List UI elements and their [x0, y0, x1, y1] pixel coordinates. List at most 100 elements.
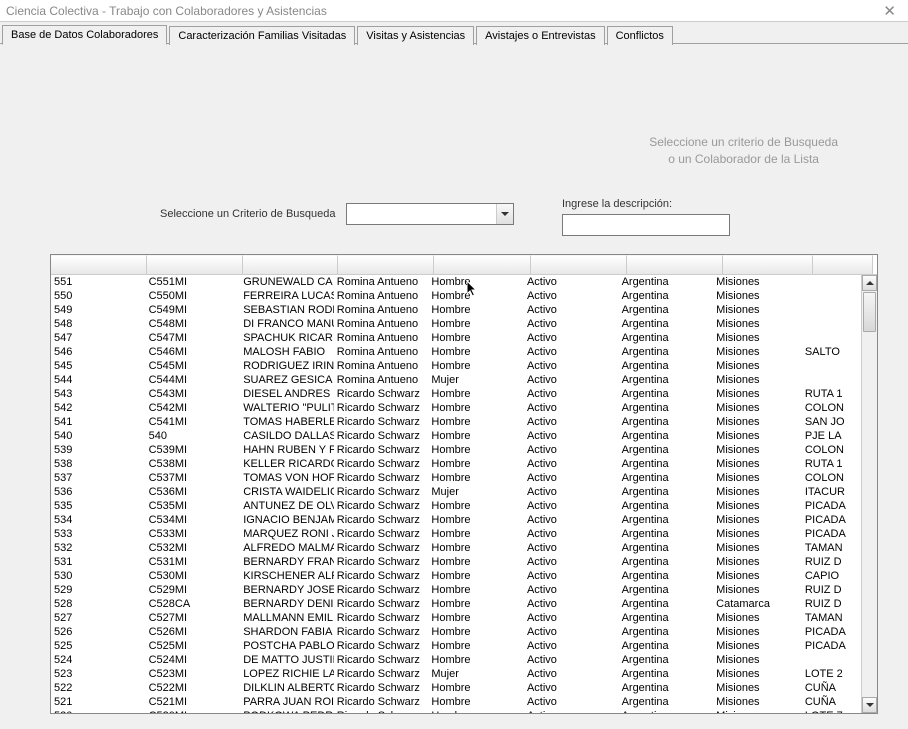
table-row[interactable]: 539C539MIHAHN RUBEN Y FRicardo SchwarzHo… — [51, 443, 861, 457]
table-row[interactable]: 523C523MILOPEZ RICHIE LARicardo SchwarzM… — [51, 667, 861, 681]
cell: BERNARDY DENIS — [240, 597, 334, 611]
table-row[interactable]: 537C537MITOMAS VON HOFRicardo SchwarzHom… — [51, 471, 861, 485]
table-row[interactable]: 542C542MIWALTERIO "PULITRicardo SchwarzH… — [51, 401, 861, 415]
table-row[interactable]: 547C547MISPACHUK RICARRomina AntuenoHomb… — [51, 331, 861, 345]
cell — [802, 275, 861, 289]
col-header[interactable] — [338, 255, 434, 274]
cell: Misiones — [713, 653, 802, 667]
cell: Ricardo Schwarz — [334, 471, 429, 485]
cell: Argentina — [619, 527, 714, 541]
table-row[interactable]: 541C541MITOMAS HABERLERicardo SchwarzHom… — [51, 415, 861, 429]
col-header[interactable] — [813, 255, 873, 274]
cell: Argentina — [619, 387, 714, 401]
table-row[interactable]: 527C527MIMALLMANN EMILIRicardo SchwarzHo… — [51, 611, 861, 625]
cell: Misiones — [713, 471, 802, 485]
cell: 532 — [51, 541, 146, 555]
table-row[interactable]: 550C550MIFERREIRA LUCASRomina AntuenoHom… — [51, 289, 861, 303]
table-row[interactable]: 538C538MIKELLER RICARDORicardo SchwarzHo… — [51, 457, 861, 471]
chevron-down-icon[interactable] — [496, 204, 513, 224]
cell: Ricardo Schwarz — [334, 569, 429, 583]
table-row[interactable]: 551C551MIGRUNEWALD CARomina AntuenoHombr… — [51, 275, 861, 289]
tab-4[interactable]: Conflictos — [607, 26, 673, 45]
table-row[interactable]: 522C522MIDILKLIN ALBERTORicardo SchwarzH… — [51, 681, 861, 695]
cell: Activo — [524, 569, 619, 583]
table-row[interactable]: 535C535MIANTUNEZ DE OLVRicardo SchwarzHo… — [51, 499, 861, 513]
cell: Misiones — [713, 331, 802, 345]
tab-3[interactable]: Avistajes o Entrevistas — [476, 26, 604, 45]
cell: Misiones — [713, 401, 802, 415]
table-row[interactable]: 543C543MIDIESEL ANDRESRicardo SchwarzHom… — [51, 387, 861, 401]
col-header[interactable] — [51, 255, 147, 274]
tab-strip: Base de Datos ColaboradoresCaracterizaci… — [0, 22, 908, 44]
tab-2[interactable]: Visitas y Asistencias — [357, 26, 474, 45]
col-header[interactable] — [243, 255, 338, 274]
cell: RUIZ D — [802, 597, 861, 611]
table-row[interactable]: 533C533MIMARQUEZ RONI JRicardo SchwarzHo… — [51, 527, 861, 541]
table-row[interactable]: 546C546MIMALOSH FABIORomina AntuenoHombr… — [51, 345, 861, 359]
cell: Activo — [524, 653, 619, 667]
cell: Misiones — [713, 667, 802, 681]
vertical-scrollbar[interactable] — [861, 275, 877, 713]
cell: Activo — [524, 499, 619, 513]
cell: FERREIRA LUCAS — [240, 289, 334, 303]
cell: Activo — [524, 359, 619, 373]
cell: CUÑA — [802, 681, 861, 695]
cell: MARQUEZ RONI J — [240, 527, 334, 541]
cell: Misiones — [713, 387, 802, 401]
table-row[interactable]: 532C532MIALFREDO MALMARicardo SchwarzHom… — [51, 541, 861, 555]
cell: C523MI — [146, 667, 241, 681]
cell: Argentina — [619, 611, 714, 625]
scroll-up-icon[interactable] — [862, 275, 877, 291]
cell: Hombre — [428, 597, 524, 611]
cell: 527 — [51, 611, 146, 625]
titlebar: Ciencia Colectiva - Trabajo con Colabora… — [0, 0, 908, 22]
col-header[interactable] — [147, 255, 243, 274]
cell — [802, 303, 861, 317]
cell: Activo — [524, 555, 619, 569]
col-header[interactable] — [627, 255, 723, 274]
cell: 525 — [51, 639, 146, 653]
cell: 530 — [51, 569, 146, 583]
col-header[interactable] — [723, 255, 813, 274]
cell: 540 — [146, 429, 241, 443]
table-row[interactable]: 549C549MISEBASTIAN RODRRomina AntuenoHom… — [51, 303, 861, 317]
table-row[interactable]: 531C531MIBERNARDY FRANRicardo SchwarzHom… — [51, 555, 861, 569]
cell: Ricardo Schwarz — [334, 415, 429, 429]
description-input[interactable] — [562, 214, 730, 236]
table-row[interactable]: 534C534MIIGNACIO BENJAMRicardo SchwarzHo… — [51, 513, 861, 527]
criteria-select[interactable] — [346, 203, 514, 225]
table-row[interactable]: 530C530MIKIRSCHENER ALFRicardo SchwarzHo… — [51, 569, 861, 583]
table-row[interactable]: 524C524MIDE MATTO JUSTINRicardo SchwarzH… — [51, 653, 861, 667]
table-row[interactable]: 520C520MIPODKOWA PEDRORicardo SchwarzHom… — [51, 709, 861, 713]
table-row[interactable]: 540540CASILDO DALLASRicardo SchwarzHombr… — [51, 429, 861, 443]
cell: Argentina — [619, 555, 714, 569]
table-row[interactable]: 544C544MISUAREZ GESICARomina AntuenoMuje… — [51, 373, 861, 387]
criteria-label: Seleccione un Criterio de Busqueda — [160, 208, 336, 220]
cell: Activo — [524, 415, 619, 429]
col-header[interactable] — [531, 255, 627, 274]
col-header[interactable] — [434, 255, 531, 274]
table-row[interactable]: 548C548MIDI FRANCO MANURomina AntuenoHom… — [51, 317, 861, 331]
table-row[interactable]: 521C521MIPARRA JUAN ROIRicardo SchwarzHo… — [51, 695, 861, 709]
tab-0[interactable]: Base de Datos Colaboradores — [2, 25, 167, 45]
scroll-down-icon[interactable] — [862, 697, 877, 713]
table-row[interactable]: 525C525MIPOSTCHA PABLORicardo SchwarzHom… — [51, 639, 861, 653]
tab-1[interactable]: Caracterización Familias Visitadas — [169, 26, 355, 45]
cell: C543MI — [146, 387, 241, 401]
table-row[interactable]: 545C545MIRODRIGUEZ IRINERomina AntuenoHo… — [51, 359, 861, 373]
hint-text: Seleccione un criterio de Busqueda o un … — [649, 134, 838, 168]
table-row[interactable]: 528C528CABERNARDY DENISRicardo SchwarzHo… — [51, 597, 861, 611]
hint-line1: Seleccione un criterio de Busqueda — [649, 134, 838, 151]
cell: PJE LA — [802, 429, 861, 443]
cell: Hombre — [428, 401, 524, 415]
cell: Hombre — [428, 625, 524, 639]
cell: COLON — [802, 401, 861, 415]
cell: HAHN RUBEN Y F — [240, 443, 334, 457]
cell: Mujer — [428, 373, 524, 387]
scroll-thumb[interactable] — [863, 292, 876, 332]
table-row[interactable]: 536C536MICRISTA WAIDELICRicardo SchwarzM… — [51, 485, 861, 499]
table-row[interactable]: 526C526MISHARDON FABIARicardo SchwarzHom… — [51, 625, 861, 639]
cell: Misiones — [713, 541, 802, 555]
close-icon[interactable]: ✕ — [877, 2, 902, 20]
table-row[interactable]: 529C529MIBERNARDY JOSERicardo SchwarzHom… — [51, 583, 861, 597]
